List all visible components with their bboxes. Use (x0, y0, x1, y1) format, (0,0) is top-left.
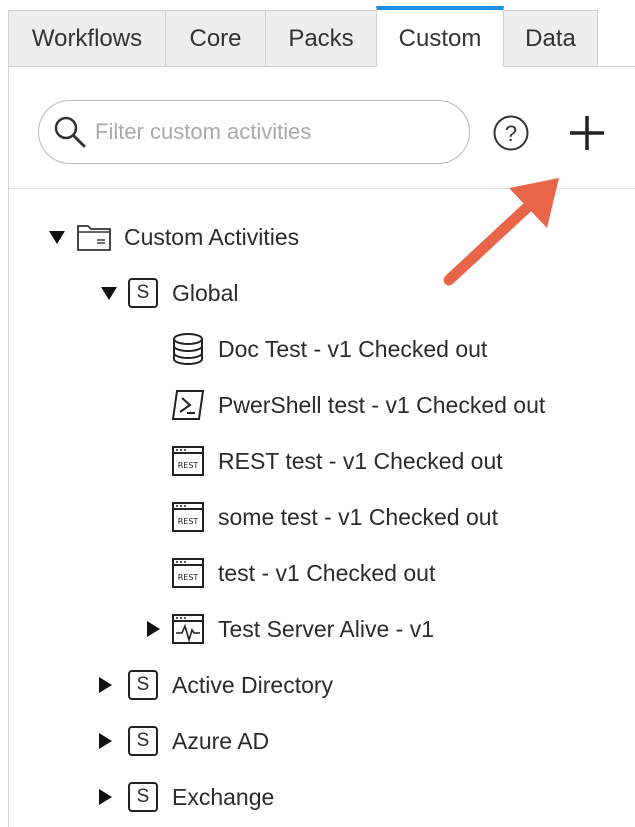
rest-icon: REST (170, 499, 206, 535)
tab-data[interactable]: Data (503, 10, 598, 66)
scope-badge: S (128, 278, 158, 308)
search-icon (53, 115, 87, 149)
powershell-icon (170, 387, 206, 423)
collapsed-triangle-icon[interactable] (96, 788, 114, 806)
server-pulse-icon (170, 611, 206, 647)
tree-root-custom-activities[interactable]: Custom Activities (48, 217, 299, 257)
collapsed-triangle-icon[interactable] (96, 732, 114, 750)
folder-icon (76, 219, 112, 255)
tree-group-label: Global (172, 279, 239, 306)
tree-item-rest-test[interactable]: REST REST test - v1 Checked out (170, 441, 503, 481)
collapsed-triangle-icon[interactable] (144, 620, 162, 638)
add-activity-button[interactable] (566, 112, 608, 159)
collapsed-triangle-icon[interactable] (96, 676, 114, 694)
tree-item-label: test - v1 Checked out (218, 559, 436, 586)
filter-custom-activities-input[interactable] (93, 118, 457, 146)
tree-item-powershell-test[interactable]: PwerShell test - v1 Checked out (170, 385, 545, 425)
scope-badge: S (128, 670, 158, 700)
tree-item-label: REST test - v1 Checked out (218, 447, 503, 474)
tree-item-label: some test - v1 Checked out (218, 503, 498, 530)
rest-icon: REST (170, 555, 206, 591)
tab-packs[interactable]: Packs (265, 10, 377, 66)
tab-label: Workflows (31, 24, 143, 52)
tab-label: Data (525, 24, 576, 52)
scope-badge: S (128, 726, 158, 756)
tree-item-some-test[interactable]: REST some test - v1 Checked out (170, 497, 498, 537)
tree-group-label: Exchange (172, 783, 275, 810)
rest-icon-text: REST (178, 461, 199, 470)
tab-core[interactable]: Core (165, 10, 266, 66)
tree-item-test[interactable]: REST test - v1 Checked out (170, 553, 435, 593)
tree-item-label: Test Server Alive - v1 (218, 615, 435, 642)
tab-bar: Workflows Core Packs Custom Data (8, 4, 635, 67)
tab-custom[interactable]: Custom (376, 6, 504, 67)
tab-label: Custom (398, 24, 482, 52)
rest-icon: REST (170, 443, 206, 479)
panel-left-border (8, 66, 9, 827)
tree-group-label: Azure AD (172, 727, 270, 754)
tab-label: Packs (288, 24, 354, 52)
expanded-triangle-icon[interactable] (48, 228, 66, 246)
scope-badge: S (128, 782, 158, 812)
database-icon (170, 331, 206, 367)
svg-text:?: ? (505, 121, 517, 146)
tree-group-exchange[interactable]: S Exchange (96, 777, 274, 817)
help-icon[interactable]: ? (492, 114, 530, 157)
expanded-triangle-icon[interactable] (100, 284, 118, 302)
rest-icon-text: REST (178, 517, 199, 526)
tree-group-active-directory[interactable]: S Active Directory (96, 665, 333, 705)
tree-item-doc-test[interactable]: Doc Test - v1 Checked out (170, 329, 487, 369)
tree-root-label: Custom Activities (124, 223, 300, 250)
tab-workflows[interactable]: Workflows (8, 10, 166, 66)
rest-icon-text: REST (178, 573, 199, 582)
tree-item-test-server-alive[interactable]: Test Server Alive - v1 (144, 609, 434, 649)
tab-label: Core (189, 24, 242, 52)
tree-group-global[interactable]: S Global (100, 273, 238, 313)
annotation-arrow-icon (443, 178, 559, 286)
tree-item-label: PwerShell test - v1 Checked out (218, 391, 546, 418)
tree-group-azure-ad[interactable]: S Azure AD (96, 721, 269, 761)
filter-search-box[interactable] (38, 100, 470, 164)
tree-item-label: Doc Test - v1 Checked out (218, 335, 488, 362)
tree-group-label: Active Directory (172, 671, 334, 698)
